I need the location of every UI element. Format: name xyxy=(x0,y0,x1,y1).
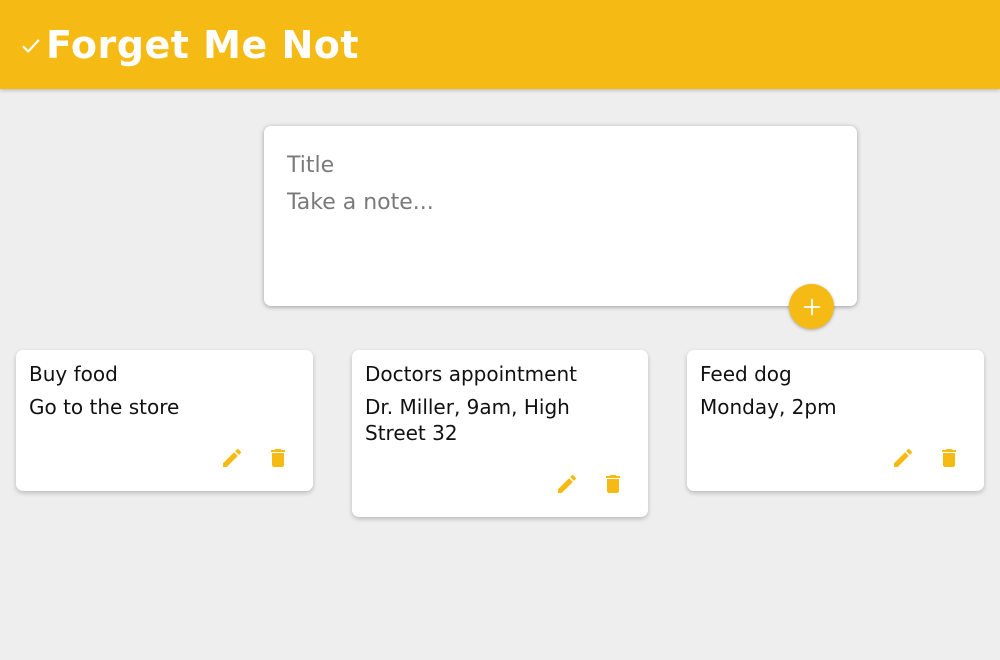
note-card: Feed dog Monday, 2pm xyxy=(687,350,984,491)
plus-icon xyxy=(803,298,820,315)
app-header: Forget Me Not xyxy=(0,0,1000,89)
edit-note-button[interactable] xyxy=(554,471,580,497)
note-content-input[interactable] xyxy=(287,188,827,278)
trash-icon xyxy=(271,449,285,467)
trash-icon xyxy=(942,449,956,467)
note-title-input[interactable] xyxy=(287,150,827,180)
pencil-icon xyxy=(223,448,242,467)
delete-note-button[interactable] xyxy=(936,445,962,471)
add-note-button[interactable] xyxy=(789,284,834,329)
note-actions xyxy=(554,471,626,497)
check-icon xyxy=(22,38,40,53)
edit-note-button[interactable] xyxy=(219,445,245,471)
note-content: Go to the store xyxy=(29,395,180,419)
edit-note-button[interactable] xyxy=(890,445,916,471)
pencil-icon xyxy=(894,448,913,467)
note-composer xyxy=(264,126,857,306)
note-actions xyxy=(890,445,962,471)
pencil-icon xyxy=(558,474,577,493)
trash-icon xyxy=(606,475,620,493)
delete-note-button[interactable] xyxy=(600,471,626,497)
delete-note-button[interactable] xyxy=(265,445,291,471)
note-content: Dr. Miller, 9am, High Street 32 xyxy=(365,395,577,445)
note-content: Monday, 2pm xyxy=(700,395,837,419)
note-title: Buy food xyxy=(29,362,118,386)
note-card: Doctors appointment Dr. Miller, 9am, Hig… xyxy=(352,350,648,517)
app-title: Forget Me Not xyxy=(46,22,360,67)
note-actions xyxy=(219,445,291,471)
note-card: Buy food Go to the store xyxy=(16,350,313,491)
note-title: Feed dog xyxy=(700,362,792,386)
note-title: Doctors appointment xyxy=(365,362,577,386)
